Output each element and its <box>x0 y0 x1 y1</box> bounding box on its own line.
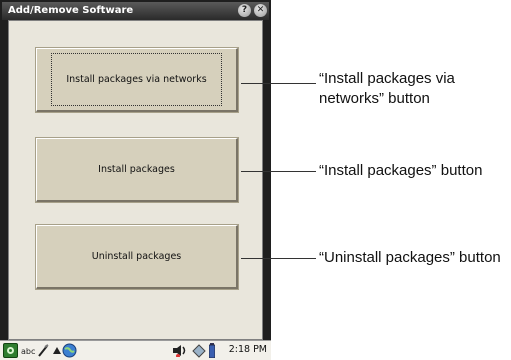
install-via-networks-label: Install packages via networks <box>51 53 222 106</box>
keyboard-input-label[interactable]: abc <box>21 347 35 356</box>
volume-icon[interactable] <box>172 344 188 357</box>
pen-icon[interactable] <box>37 344 49 357</box>
callout-line-install <box>241 171 316 172</box>
close-icon[interactable]: ✕ <box>254 4 267 17</box>
network-icon[interactable] <box>192 344 206 358</box>
install-packages-via-networks-button[interactable]: Install packages via networks <box>36 48 238 112</box>
up-arrow-icon[interactable] <box>53 347 61 354</box>
callout-network-install: “Install packages via networks” button <box>319 70 455 107</box>
callout-uninstall: “Uninstall packages” button <box>319 249 501 266</box>
callout-line-uninstall <box>241 258 316 259</box>
add-remove-software-window: Add/Remove Software ? ✕ Install packages… <box>0 0 271 360</box>
taskbar: abc 2:18 PM <box>0 340 271 360</box>
window-content: Install packages via networks Install pa… <box>8 20 263 340</box>
install-packages-label: Install packages <box>98 164 175 175</box>
help-icon[interactable]: ? <box>238 4 251 17</box>
uninstall-packages-label: Uninstall packages <box>91 251 182 262</box>
start-menu-icon[interactable] <box>3 343 18 358</box>
callout-line-network-install <box>241 83 316 84</box>
battery-icon[interactable] <box>209 343 215 358</box>
window-titlebar: Add/Remove Software ? ✕ <box>2 2 269 20</box>
callout-install: “Install packages” button <box>319 162 483 179</box>
clock[interactable]: 2:18 PM <box>229 344 267 355</box>
uninstall-packages-button[interactable]: Uninstall packages <box>36 225 238 289</box>
window-title: Add/Remove Software <box>8 5 134 16</box>
install-packages-button[interactable]: Install packages <box>36 138 238 202</box>
globe-icon[interactable] <box>62 343 77 358</box>
